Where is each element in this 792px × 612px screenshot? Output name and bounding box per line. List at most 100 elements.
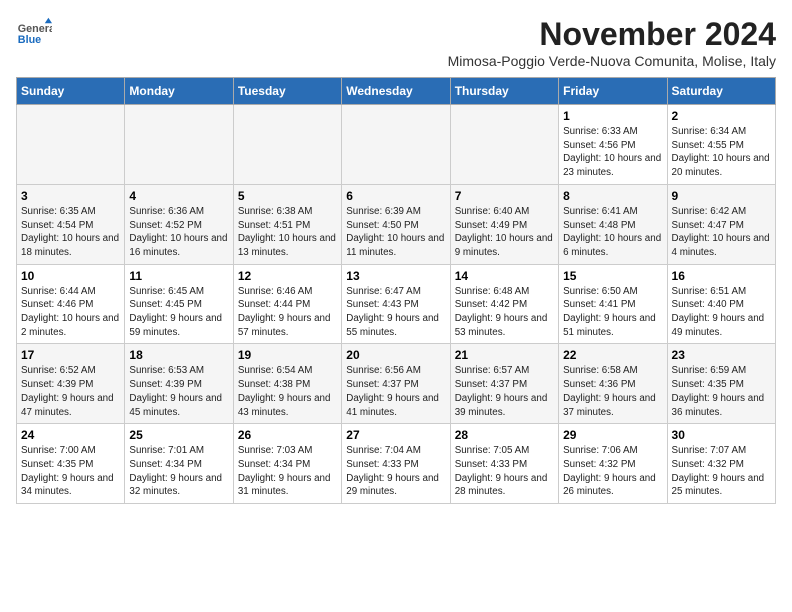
- day-info: Sunrise: 6:57 AM Sunset: 4:37 PM Dayligh…: [455, 364, 554, 419]
- day-number: 20: [346, 348, 445, 362]
- day-number: 22: [563, 348, 662, 362]
- col-header-friday: Friday: [559, 78, 667, 105]
- calendar-cell: 13Sunrise: 6:47 AM Sunset: 4:43 PM Dayli…: [342, 264, 450, 344]
- day-info: Sunrise: 6:38 AM Sunset: 4:51 PM Dayligh…: [238, 205, 337, 260]
- day-number: 6: [346, 189, 445, 203]
- calendar-week-row: 24 Sunrise: 7:00 AM Sunset: 4:35 PM Dayli…: [17, 424, 776, 504]
- page-header: General Blue November 2024 Mimosa-Poggio…: [16, 16, 776, 69]
- calendar-cell: 19Sunrise: 6:54 AM Sunset: 4:38 PM Dayli…: [233, 344, 341, 424]
- calendar-cell: 6 Sunrise: 6:39 AM Sunset: 4:50 PM Daylig…: [342, 184, 450, 264]
- calendar-cell: 10 Sunrise: 6:44 AM Sunset: 4:46 PM Dayli…: [17, 264, 125, 344]
- svg-text:Blue: Blue: [18, 34, 41, 46]
- calendar-week-row: 17Sunrise: 6:52 AM Sunset: 4:39 PM Dayli…: [17, 344, 776, 424]
- day-number: 26: [238, 428, 337, 442]
- day-number: 12: [238, 269, 337, 283]
- calendar-cell: 24 Sunrise: 7:00 AM Sunset: 4:35 PM Dayli…: [17, 424, 125, 504]
- col-header-thursday: Thursday: [450, 78, 558, 105]
- logo: General Blue: [16, 16, 52, 52]
- day-info: Sunrise: 6:42 AM Sunset: 4:47 PM Dayligh…: [672, 205, 771, 260]
- calendar-cell: 22 Sunrise: 6:58 AM Sunset: 4:36 PM Dayli…: [559, 344, 667, 424]
- calendar-cell: 7 Sunrise: 6:40 AM Sunset: 4:49 PM Daylig…: [450, 184, 558, 264]
- calendar-week-row: 1 Sunrise: 6:33 AM Sunset: 4:56 PM Daylig…: [17, 105, 776, 185]
- day-info: Sunrise: 6:48 AM Sunset: 4:42 PM Dayligh…: [455, 285, 554, 340]
- calendar-cell: 3Sunrise: 6:35 AM Sunset: 4:54 PM Daylig…: [17, 184, 125, 264]
- day-number: 11: [129, 269, 228, 283]
- day-info: Sunrise: 6:50 AM Sunset: 4:41 PM Dayligh…: [563, 285, 662, 340]
- day-number: 23: [672, 348, 771, 362]
- calendar-cell: 11 Sunrise: 6:45 AM Sunset: 4:45 PM Dayli…: [125, 264, 233, 344]
- calendar-cell: 14 Sunrise: 6:48 AM Sunset: 4:42 PM Dayli…: [450, 264, 558, 344]
- day-number: 29: [563, 428, 662, 442]
- day-info: Sunrise: 6:54 AM Sunset: 4:38 PM Dayligh…: [238, 364, 337, 419]
- day-info: Sunrise: 7:01 AM Sunset: 4:34 PM Dayligh…: [129, 444, 228, 499]
- day-info: Sunrise: 6:53 AM Sunset: 4:39 PM Dayligh…: [129, 364, 228, 419]
- day-info: Sunrise: 6:40 AM Sunset: 4:49 PM Dayligh…: [455, 205, 554, 260]
- calendar-cell: [125, 105, 233, 185]
- day-number: 10: [21, 269, 120, 283]
- calendar-cell: 1 Sunrise: 6:33 AM Sunset: 4:56 PM Daylig…: [559, 105, 667, 185]
- month-title: November 2024: [448, 16, 776, 53]
- calendar-cell: 25Sunrise: 7:01 AM Sunset: 4:34 PM Dayli…: [125, 424, 233, 504]
- calendar-cell: 5 Sunrise: 6:38 AM Sunset: 4:51 PM Daylig…: [233, 184, 341, 264]
- day-info: Sunrise: 7:05 AM Sunset: 4:33 PM Dayligh…: [455, 444, 554, 499]
- day-info: Sunrise: 7:00 AM Sunset: 4:35 PM Dayligh…: [21, 444, 120, 499]
- calendar-cell: 28 Sunrise: 7:05 AM Sunset: 4:33 PM Dayli…: [450, 424, 558, 504]
- day-number: 16: [672, 269, 771, 283]
- calendar-cell: 20 Sunrise: 6:56 AM Sunset: 4:37 PM Dayli…: [342, 344, 450, 424]
- day-number: 7: [455, 189, 554, 203]
- day-info: Sunrise: 6:36 AM Sunset: 4:52 PM Dayligh…: [129, 205, 228, 260]
- calendar-cell: 23Sunrise: 6:59 AM Sunset: 4:35 PM Dayli…: [667, 344, 775, 424]
- calendar-cell: 15 Sunrise: 6:50 AM Sunset: 4:41 PM Dayli…: [559, 264, 667, 344]
- day-info: Sunrise: 7:07 AM Sunset: 4:32 PM Dayligh…: [672, 444, 771, 499]
- day-info: Sunrise: 7:03 AM Sunset: 4:34 PM Dayligh…: [238, 444, 337, 499]
- col-header-wednesday: Wednesday: [342, 78, 450, 105]
- calendar-table: SundayMondayTuesdayWednesdayThursdayFrid…: [16, 77, 776, 504]
- col-header-sunday: Sunday: [17, 78, 125, 105]
- calendar-cell: 9 Sunrise: 6:42 AM Sunset: 4:47 PM Daylig…: [667, 184, 775, 264]
- calendar-cell: 29 Sunrise: 7:06 AM Sunset: 4:32 PM Dayli…: [559, 424, 667, 504]
- calendar-cell: 4 Sunrise: 6:36 AM Sunset: 4:52 PM Daylig…: [125, 184, 233, 264]
- calendar-cell: 27 Sunrise: 7:04 AM Sunset: 4:33 PM Dayli…: [342, 424, 450, 504]
- calendar-cell: 8 Sunrise: 6:41 AM Sunset: 4:48 PM Daylig…: [559, 184, 667, 264]
- calendar-cell: 21 Sunrise: 6:57 AM Sunset: 4:37 PM Dayli…: [450, 344, 558, 424]
- calendar-cell: 26 Sunrise: 7:03 AM Sunset: 4:34 PM Dayli…: [233, 424, 341, 504]
- calendar-header-row: SundayMondayTuesdayWednesdayThursdayFrid…: [17, 78, 776, 105]
- day-number: 28: [455, 428, 554, 442]
- day-info: Sunrise: 6:58 AM Sunset: 4:36 PM Dayligh…: [563, 364, 662, 419]
- calendar-cell: 16 Sunrise: 6:51 AM Sunset: 4:40 PM Dayli…: [667, 264, 775, 344]
- day-number: 21: [455, 348, 554, 362]
- day-info: Sunrise: 6:33 AM Sunset: 4:56 PM Dayligh…: [563, 125, 662, 180]
- day-number: 27: [346, 428, 445, 442]
- day-number: 9: [672, 189, 771, 203]
- day-info: Sunrise: 6:56 AM Sunset: 4:37 PM Dayligh…: [346, 364, 445, 419]
- day-info: Sunrise: 6:44 AM Sunset: 4:46 PM Dayligh…: [21, 285, 120, 340]
- logo-icon: General Blue: [16, 16, 52, 52]
- day-info: Sunrise: 6:41 AM Sunset: 4:48 PM Dayligh…: [563, 205, 662, 260]
- day-info: Sunrise: 7:04 AM Sunset: 4:33 PM Dayligh…: [346, 444, 445, 499]
- calendar-cell: 12 Sunrise: 6:46 AM Sunset: 4:44 PM Dayli…: [233, 264, 341, 344]
- day-number: 14: [455, 269, 554, 283]
- day-info: Sunrise: 7:06 AM Sunset: 4:32 PM Dayligh…: [563, 444, 662, 499]
- day-info: Sunrise: 6:51 AM Sunset: 4:40 PM Dayligh…: [672, 285, 771, 340]
- day-info: Sunrise: 6:39 AM Sunset: 4:50 PM Dayligh…: [346, 205, 445, 260]
- calendar-cell: [233, 105, 341, 185]
- day-number: 17: [21, 348, 120, 362]
- col-header-saturday: Saturday: [667, 78, 775, 105]
- day-info: Sunrise: 6:46 AM Sunset: 4:44 PM Dayligh…: [238, 285, 337, 340]
- day-number: 8: [563, 189, 662, 203]
- calendar-cell: 17Sunrise: 6:52 AM Sunset: 4:39 PM Dayli…: [17, 344, 125, 424]
- day-number: 2: [672, 109, 771, 123]
- calendar-week-row: 10 Sunrise: 6:44 AM Sunset: 4:46 PM Dayli…: [17, 264, 776, 344]
- day-info: Sunrise: 6:47 AM Sunset: 4:43 PM Dayligh…: [346, 285, 445, 340]
- day-number: 24: [21, 428, 120, 442]
- calendar-cell: 2 Sunrise: 6:34 AM Sunset: 4:55 PM Daylig…: [667, 105, 775, 185]
- calendar-cell: 18Sunrise: 6:53 AM Sunset: 4:39 PM Dayli…: [125, 344, 233, 424]
- day-number: 4: [129, 189, 228, 203]
- day-info: Sunrise: 6:45 AM Sunset: 4:45 PM Dayligh…: [129, 285, 228, 340]
- day-number: 15: [563, 269, 662, 283]
- day-number: 1: [563, 109, 662, 123]
- calendar-cell: [17, 105, 125, 185]
- col-header-tuesday: Tuesday: [233, 78, 341, 105]
- day-info: Sunrise: 6:34 AM Sunset: 4:55 PM Dayligh…: [672, 125, 771, 180]
- day-number: 5: [238, 189, 337, 203]
